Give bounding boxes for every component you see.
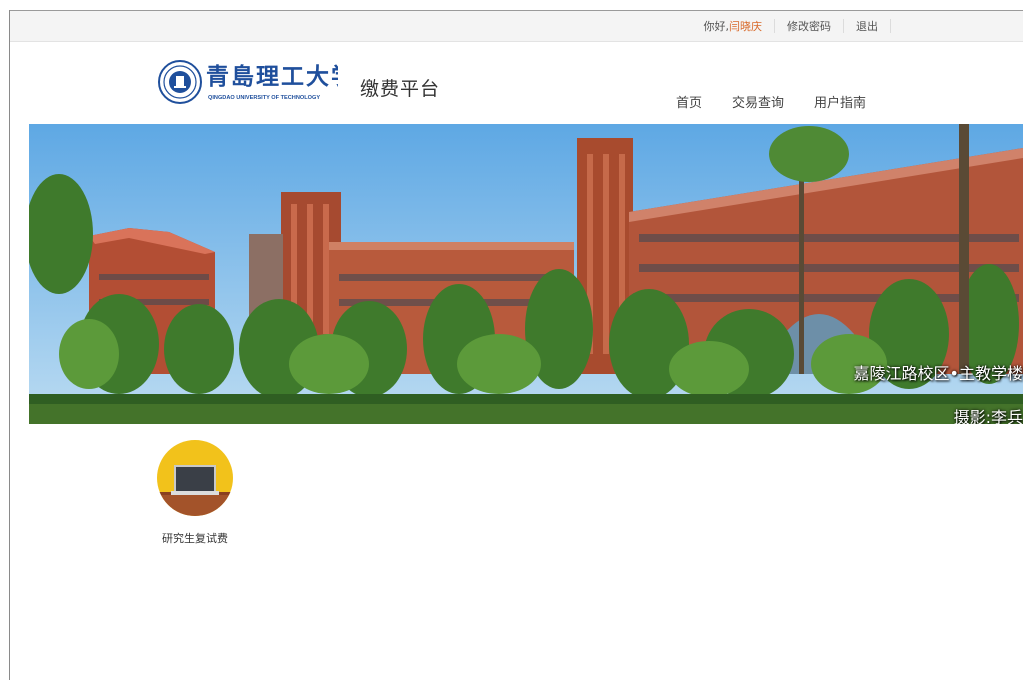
service-tile-graduate-retest-fee[interactable]: 研究生复试费 <box>150 440 240 546</box>
university-seal-icon <box>158 60 202 104</box>
user-links: 你好, 闫晓庆 修改密码 退出 <box>704 11 904 41</box>
divider <box>890 19 891 33</box>
blackboard-icon <box>157 440 233 516</box>
platform-title: 缴费平台 <box>360 78 441 100</box>
username-link[interactable]: 闫晓庆 <box>729 18 762 34</box>
banner-caption-photographer: 摄影:李兵 <box>953 408 1023 424</box>
user-bar: 你好, 闫晓庆 修改密码 退出 <box>10 11 1023 42</box>
divider <box>774 19 775 33</box>
university-logo[interactable]: 青島理工大学 QINGDAO UNIVERSITY OF TECHNOLOGY <box>158 52 354 112</box>
nav-item-user-guide[interactable]: 用户指南 <box>814 92 866 111</box>
service-tile-label: 研究生复试费 <box>162 532 228 545</box>
nav-item-home[interactable]: 首页 <box>676 92 702 111</box>
window-left-border <box>9 10 10 680</box>
nav-item-transaction-query[interactable]: 交易查询 <box>732 92 784 111</box>
banner-caption-location: 嘉陵江路校区•主教学楼 <box>853 364 1023 383</box>
logout-link[interactable]: 退出 <box>856 18 878 34</box>
greeting-text: 你好, <box>703 20 730 33</box>
campus-banner: 嘉陵江路校区•主教学楼 摄影:李兵 <box>29 124 1023 424</box>
university-name-en: QINGDAO UNIVERSITY OF TECHNOLOGY <box>208 95 320 101</box>
divider <box>843 19 844 33</box>
main-nav: 首页 交易查询 用户指南 <box>676 92 866 111</box>
change-password-link[interactable]: 修改密码 <box>787 18 831 34</box>
university-name-cn: 青島理工大学 <box>206 63 338 90</box>
